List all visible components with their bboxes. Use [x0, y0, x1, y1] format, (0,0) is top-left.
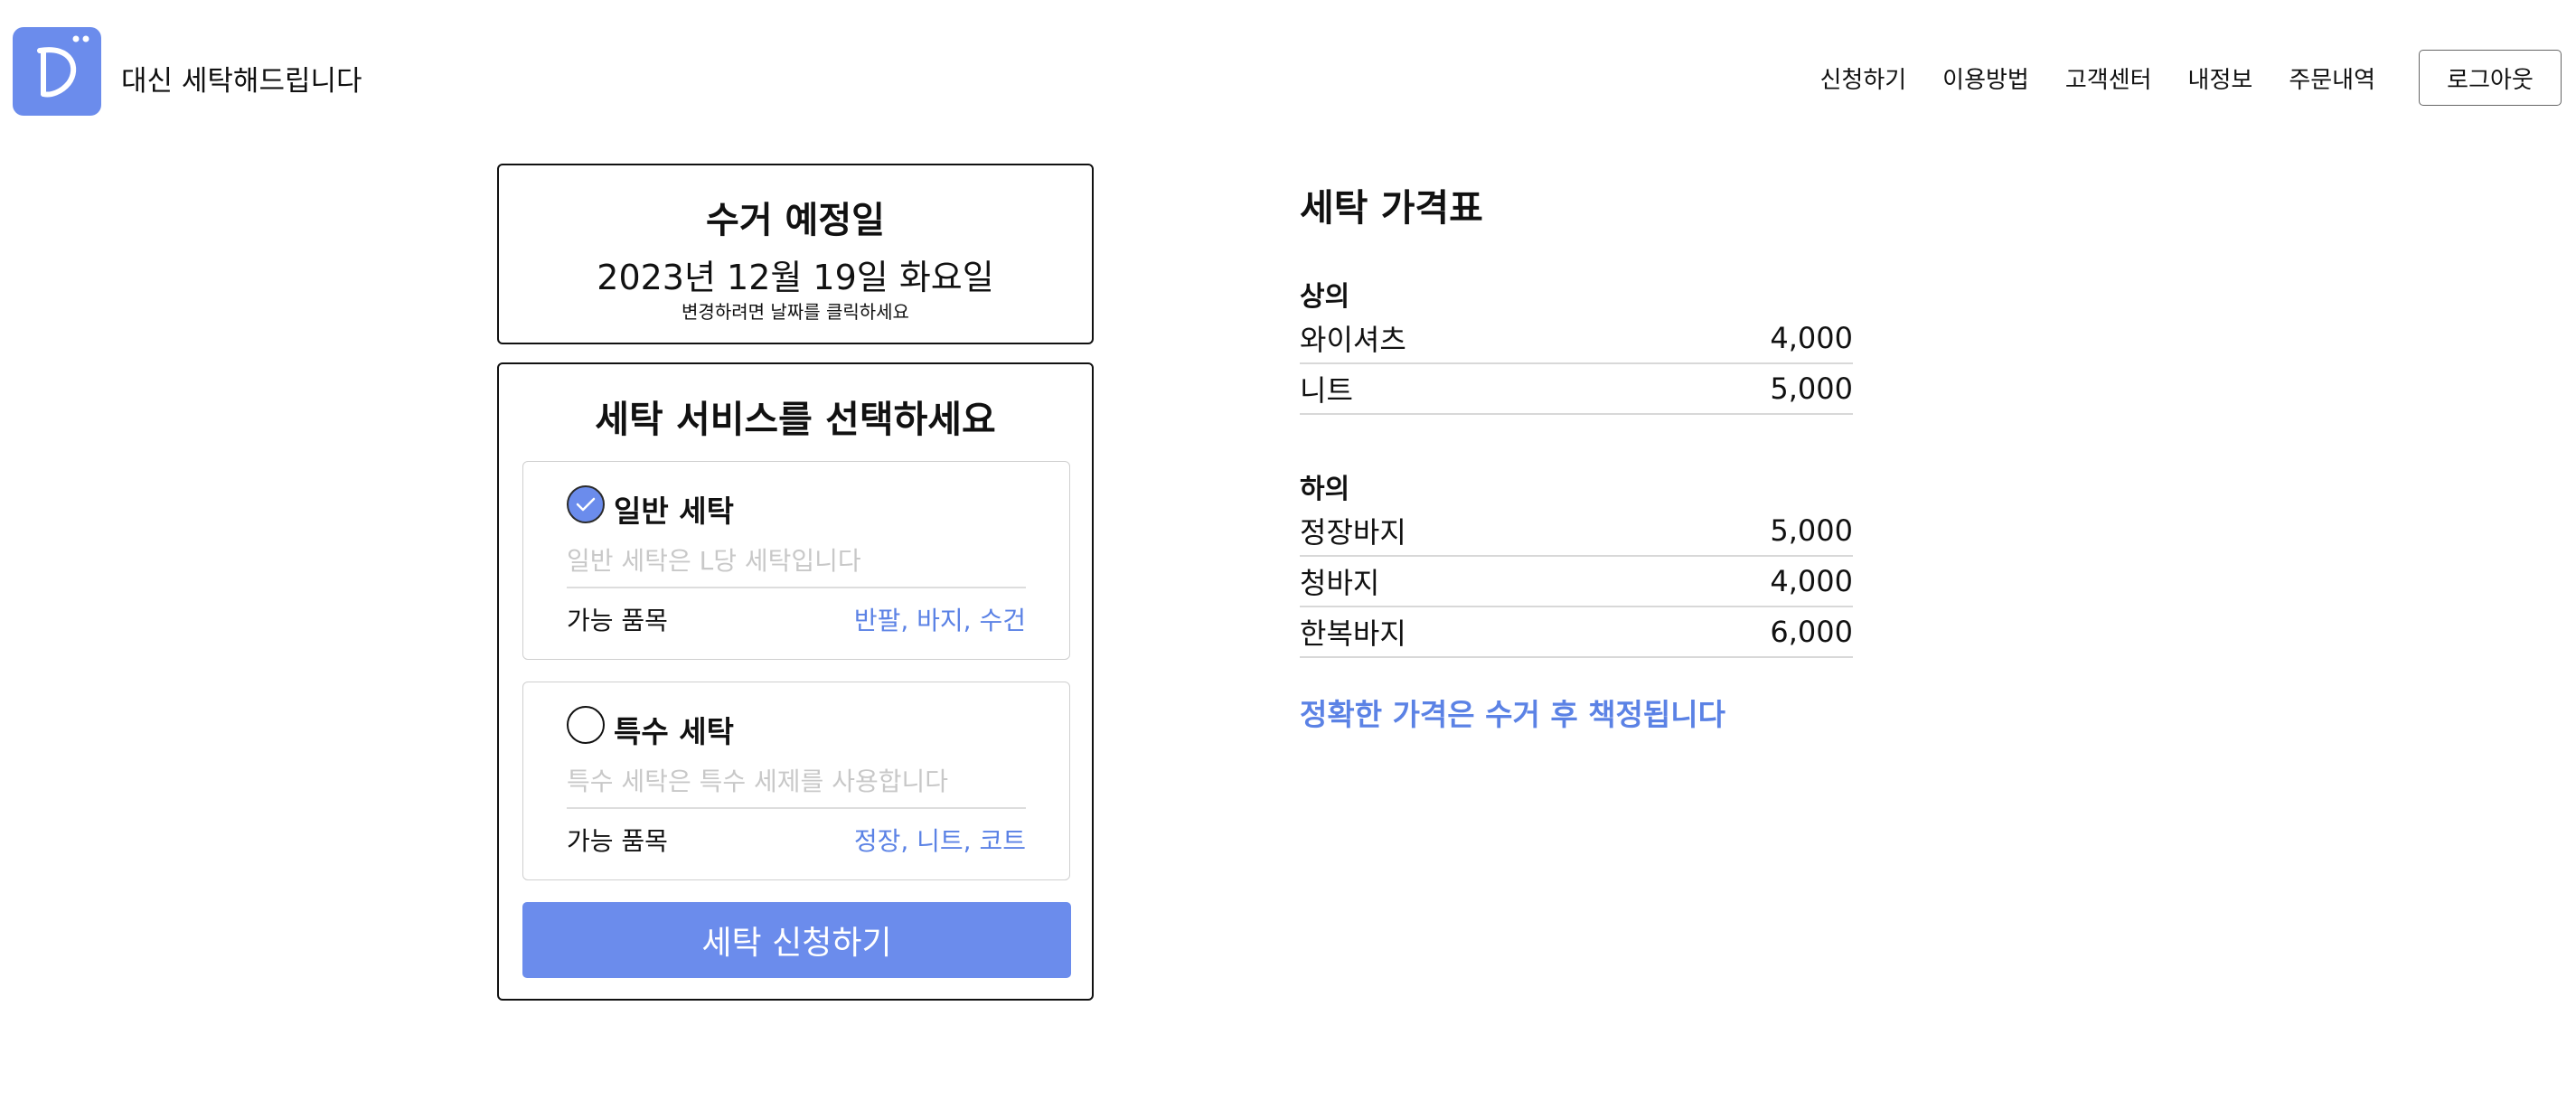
brand-name: 대신 세탁해드립니다 — [121, 65, 362, 98]
item-name: 와이셔츠 — [1300, 323, 1406, 357]
pickup-hint: 변경하려면 날짜를 클릭하세요 — [682, 301, 909, 323]
submit-laundry-button[interactable]: 세탁 신청하기 — [522, 902, 1071, 978]
radio-unchecked-icon[interactable] — [567, 706, 605, 744]
item-name: 니트 — [1300, 373, 1353, 408]
pickup-date-card: 수거 예정일 2023년 12월 19일 화요일 변경하려면 날짜를 클릭하세요 — [497, 164, 1094, 344]
category-tops: 상의 — [1300, 281, 1350, 313]
item-name: 정장바지 — [1300, 515, 1406, 550]
service-title: 세탁 서비스를 선택하세요 — [595, 398, 996, 441]
nav-how-to-use[interactable]: 이용방법 — [1942, 61, 2029, 95]
item-price: 4,000 — [1770, 321, 1853, 355]
price-row: 한복바지 6,000 — [1300, 607, 1853, 658]
nav-apply[interactable]: 신청하기 — [1819, 61, 1906, 95]
item-price: 5,000 — [1770, 513, 1853, 548]
item-price: 4,000 — [1770, 564, 1853, 598]
service-option-title: 일반 세탁 — [614, 494, 734, 529]
logo[interactable] — [13, 27, 101, 116]
logout-button[interactable]: 로그아웃 — [2419, 50, 2562, 106]
price-row: 와이셔츠 4,000 — [1300, 314, 1853, 364]
item-price: 6,000 — [1770, 615, 1853, 649]
price-row: 청바지 4,000 — [1300, 557, 1853, 607]
nav-order-history[interactable]: 주문내역 — [2289, 61, 2375, 95]
main-nav: 신청하기 이용방법 고객센터 내정보 주문내역 — [1819, 61, 2375, 95]
price-row: 정장바지 5,000 — [1300, 506, 1853, 557]
service-option-title: 특수 세탁 — [614, 714, 734, 749]
service-option-description: 특수 세탁은 특수 세제를 사용합니다 — [567, 762, 1026, 809]
price-list: 세탁 가격표 상의 와이셔츠 4,000 니트 5,000 하의 정장바지 5,… — [1300, 181, 1853, 734]
category-bottoms: 하의 — [1300, 474, 1350, 505]
available-items-label: 가능 품목 — [567, 606, 668, 635]
price-note: 정확한 가격은 수거 후 책정됩니다 — [1300, 697, 1725, 732]
radio-checked-icon[interactable] — [567, 485, 605, 523]
item-name: 한복바지 — [1300, 616, 1406, 651]
price-row: 니트 5,000 — [1300, 364, 1853, 415]
available-items: 반팔, 바지, 수건 — [853, 606, 1026, 635]
item-name: 청바지 — [1300, 566, 1380, 600]
logo-icon — [37, 35, 89, 98]
pickup-date[interactable]: 2023년 12월 19일 화요일 — [499, 249, 1092, 299]
service-option-description: 일반 세탁은 L당 세탁입니다 — [567, 541, 1026, 588]
available-items-label: 가능 품목 — [567, 826, 668, 856]
service-option-special[interactable]: 특수 세탁 특수 세탁은 특수 세제를 사용합니다 가능 품목 정장, 니트, … — [522, 682, 1070, 880]
check-icon — [576, 497, 596, 512]
nav-customer-center[interactable]: 고객센터 — [2065, 61, 2152, 95]
available-items: 정장, 니트, 코트 — [853, 826, 1026, 856]
service-selection-card: 세탁 서비스를 선택하세요 일반 세탁 일반 세탁은 L당 세탁입니다 가능 품… — [497, 362, 1094, 1001]
service-option-regular[interactable]: 일반 세탁 일반 세탁은 L당 세탁입니다 가능 품목 반팔, 바지, 수건 — [522, 461, 1070, 660]
price-list-title: 세탁 가격표 — [1300, 186, 1483, 230]
pickup-title: 수거 예정일 — [706, 200, 885, 241]
nav-my-info[interactable]: 내정보 — [2188, 61, 2253, 95]
item-price: 5,000 — [1770, 371, 1853, 406]
